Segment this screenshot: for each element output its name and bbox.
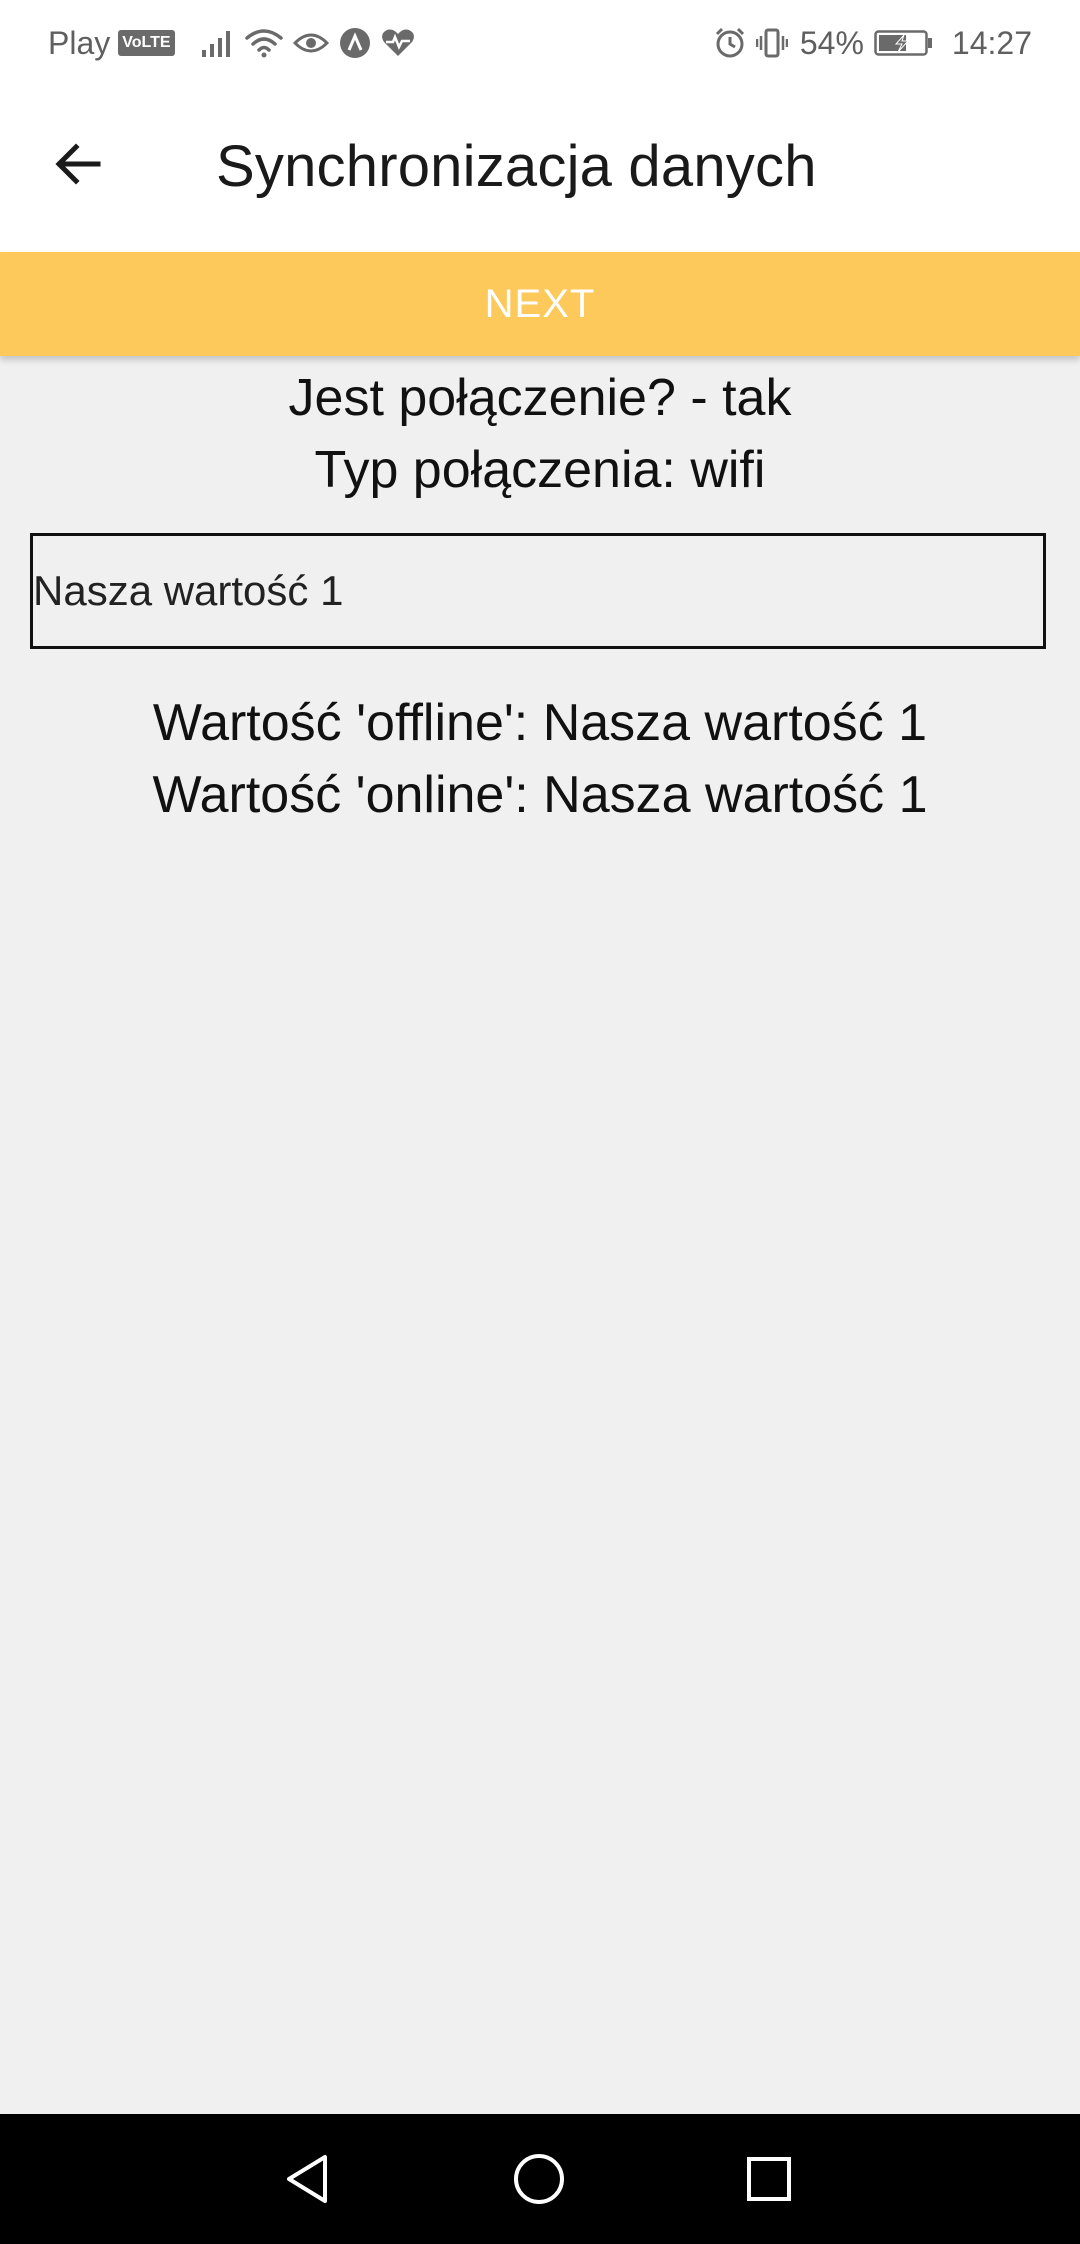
online-value-text: Wartość 'online': Nasza wartość 1 (152, 766, 928, 824)
app-a-icon (339, 27, 371, 59)
nav-back-icon (287, 2155, 327, 2203)
carrier-name: Play (48, 24, 111, 61)
nav-home-icon (514, 2154, 564, 2204)
heart-pulse-icon (381, 28, 415, 58)
offline-value-text: Wartość 'offline': Nasza wartość 1 (152, 694, 928, 752)
status-left: Play VoLTE (48, 0, 425, 86)
vibrate-icon (755, 27, 788, 59)
volte-badge: VoLTE (118, 30, 175, 56)
battery-percent: 54% (799, 24, 864, 61)
connection-status-text: Jest połączenie? - tak (288, 369, 792, 427)
arrow-left-icon (55, 143, 101, 185)
nav-home-button[interactable] (494, 2134, 584, 2224)
wifi-icon (244, 27, 283, 59)
system-nav-bar (0, 2114, 1080, 2244)
eye-icon (292, 29, 329, 57)
clock: 14:27 (951, 24, 1032, 61)
value-input-container (30, 533, 1046, 649)
nav-recents-icon (747, 2157, 791, 2201)
back-button[interactable] (42, 128, 114, 200)
status-right: 54% 14:27 (714, 0, 1032, 86)
next-button[interactable]: NEXT (0, 252, 1080, 356)
app-bar: Synchronizacja danych (0, 86, 1080, 252)
connection-type-text: Typ połączenia: wifi (314, 441, 766, 499)
status-bar: Play VoLTE 54% 14:27 (0, 0, 1080, 86)
alarm-icon (714, 27, 746, 59)
battery-charging-icon (874, 28, 934, 58)
page-title: Synchronizacja danych (216, 134, 817, 199)
nav-recents-button[interactable] (724, 2134, 814, 2224)
value-input[interactable] (33, 536, 1043, 646)
nav-back-button[interactable] (264, 2134, 354, 2224)
signal-icon (201, 28, 235, 58)
